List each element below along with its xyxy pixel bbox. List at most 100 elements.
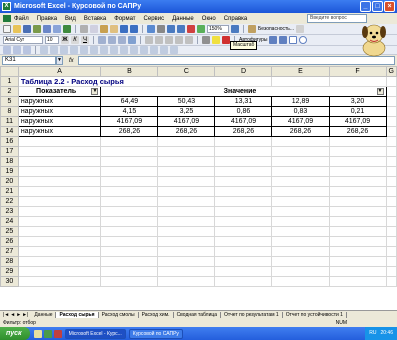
bold-icon[interactable]: Ж [61,36,69,44]
row-header[interactable]: 26 [0,236,19,247]
empty-cell[interactable] [17,216,102,227]
empty-cell[interactable] [328,246,387,257]
empty-cell[interactable] [385,96,397,107]
empty-cell[interactable] [214,206,273,217]
value-cell[interactable]: 268,26 [271,126,330,137]
value-cell[interactable]: 0,83 [271,106,330,117]
header-value-cell[interactable]: Значение ▼ [100,86,387,97]
column-header[interactable]: A [17,66,102,77]
empty-cell[interactable] [157,236,216,247]
empty-cell[interactable] [100,176,159,187]
empty-cell[interactable] [157,196,216,207]
empty-cell[interactable] [157,136,216,147]
empty-cell[interactable] [100,246,159,257]
office-assistant-dog-icon[interactable] [354,20,394,58]
empty-cell[interactable] [385,146,397,157]
indicator-cell[interactable]: наружных [17,116,102,127]
empty-cell[interactable] [385,256,397,267]
empty-cell[interactable] [328,236,387,247]
value-cell[interactable]: 4167,09 [157,116,216,127]
empty-cell[interactable] [328,186,387,197]
empty-cell[interactable] [328,226,387,237]
row-header[interactable]: 11 [0,116,19,127]
row-header[interactable]: 22 [0,196,19,207]
empty-cell[interactable] [214,166,273,177]
empty-cell[interactable] [385,106,397,117]
empty-cell[interactable] [271,246,330,257]
format-painter-icon[interactable] [110,25,118,33]
empty-cell[interactable] [214,216,273,227]
empty-cell[interactable] [157,156,216,167]
menu-help[interactable]: Справка [224,16,248,22]
hyperlink-icon[interactable] [147,25,155,33]
sheet-tab[interactable]: Расход хим. [139,312,174,318]
empty-cell[interactable] [385,136,397,147]
prev-sheet-icon[interactable]: ◄ [10,312,15,318]
empty-cell[interactable] [157,276,216,287]
close-button[interactable]: × [384,1,395,12]
quicklaunch-media-icon[interactable] [53,329,62,338]
empty-cell[interactable] [328,166,387,177]
row-header[interactable]: 19 [0,166,19,177]
empty-cell[interactable] [328,206,387,217]
empty-cell[interactable] [214,176,273,187]
maximize-button[interactable]: □ [372,1,383,12]
empty-cell[interactable] [214,136,273,147]
empty-cell[interactable] [157,146,216,157]
empty-cell[interactable] [100,276,159,287]
row-header[interactable]: 16 [0,136,19,147]
value-cell[interactable]: 0,21 [328,106,387,117]
percent-icon[interactable] [155,36,163,44]
empty-cell[interactable] [385,186,397,197]
undo-icon[interactable] [120,25,128,33]
empty-cell[interactable] [271,206,330,217]
tool-q-icon[interactable] [170,46,178,54]
menu-edit[interactable]: Правка [37,16,57,22]
drawing-icon[interactable] [197,25,205,33]
formula-input[interactable] [77,56,395,65]
row-header[interactable]: 17 [0,146,19,157]
empty-cell[interactable] [385,236,397,247]
menu-data[interactable]: Данные [172,16,194,22]
empty-cell[interactable] [328,136,387,147]
empty-cell[interactable] [100,136,159,147]
row-header[interactable]: 21 [0,186,19,197]
empty-cell[interactable] [214,186,273,197]
empty-cell[interactable] [100,216,159,227]
empty-cell[interactable] [328,176,387,187]
row-header[interactable]: 30 [0,276,19,287]
menu-insert[interactable]: Вставка [84,16,106,22]
empty-cell[interactable] [214,236,273,247]
empty-cell[interactable] [385,166,397,177]
tool-e-icon[interactable] [50,46,58,54]
value-cell[interactable]: 3,25 [157,106,216,117]
empty-cell[interactable] [271,256,330,267]
print-preview-icon[interactable] [53,25,61,33]
empty-cell[interactable] [271,276,330,287]
column-header[interactable]: F [328,66,387,77]
function-icon[interactable]: fx [69,58,74,64]
tool-b-icon[interactable] [13,46,21,54]
empty-cell[interactable] [157,206,216,217]
name-box[interactable]: K31 [2,56,56,65]
oval-icon[interactable] [299,36,308,44]
minimize-button[interactable]: _ [360,1,371,12]
value-cell[interactable]: 13,31 [214,96,273,107]
column-header[interactable]: D [214,66,273,77]
empty-cell[interactable] [385,276,397,287]
empty-cell[interactable] [385,86,397,97]
next-sheet-icon[interactable]: ► [16,312,21,318]
empty-cell[interactable] [157,256,216,267]
value-cell[interactable]: 4,15 [100,106,159,117]
taskbar-app-excel[interactable]: Microsoft Excel - Курс... [64,328,126,339]
sort-descending-icon[interactable] [177,25,185,33]
font-select[interactable]: Arial Cyr [3,36,43,44]
tool-d-icon[interactable] [40,46,48,54]
empty-cell[interactable] [17,146,102,157]
column-header[interactable]: E [271,66,330,77]
tool-p-icon[interactable] [160,46,168,54]
window-title-bar[interactable]: X Microsoft Excel - Курсовой по САПРу _ … [0,0,397,13]
value-cell[interactable]: 268,26 [328,126,387,137]
value-cell[interactable]: 64,49 [100,96,159,107]
empty-cell[interactable] [385,126,397,137]
